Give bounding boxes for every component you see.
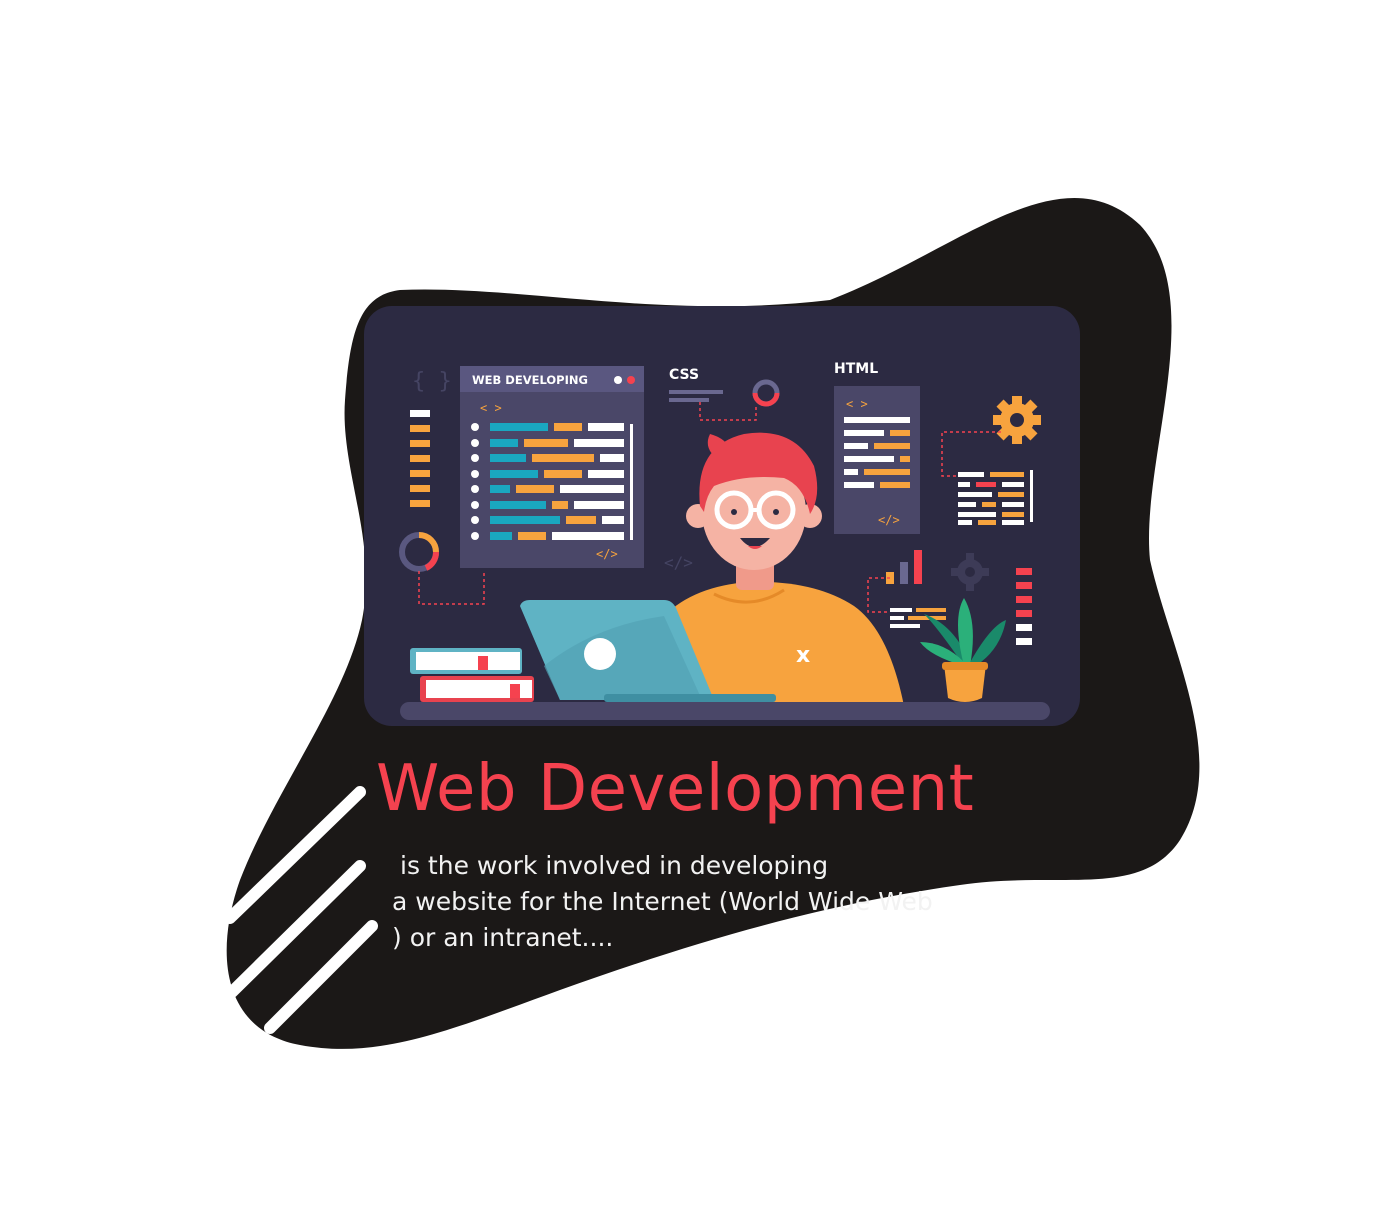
description-line-2-text: a website for the Internet (World Wide W… [392,887,933,916]
svg-text:< >: < > [846,397,868,411]
bracket-icon: { } [412,369,452,394]
left-stack-bars [410,410,430,507]
html-window: < > </> [834,386,920,534]
description-line-3: ) or an intranet.... [392,923,614,952]
shirt-logo: x [796,643,810,668]
faint-gear-icon [951,553,989,591]
developer-illustration-panel: { } WEB DEVELOPING < > </> </> CSS HTML … [364,306,1080,726]
page-title: Web Development [376,752,975,826]
right-stack-bars [1016,568,1032,645]
code-window: WEB DEVELOPING < > </> [460,366,644,568]
description: is the work involved in developing a web… [392,848,1012,956]
plant-icon [920,598,1006,702]
code-tag-icon: </> [664,553,693,572]
desk [400,702,1050,720]
css-label: CSS [669,367,699,383]
description-line-1: is the work involved in developing [400,851,829,880]
books-icon [410,648,534,702]
svg-text:< >: < > [480,401,502,415]
web-development-card: { } WEB DEVELOPING < > </> </> CSS HTML … [0,0,1384,1226]
window-title: WEB DEVELOPING [472,373,588,387]
svg-text:</>: </> [596,547,618,561]
developer-illustration: { } WEB DEVELOPING < > </> </> CSS HTML … [399,361,1050,720]
bar-chart-icon [867,550,922,613]
gear-icon [993,396,1041,444]
description-line-2: a website for the Internet (World Wide W… [392,884,1012,920]
svg-text:</>: </> [878,513,900,527]
html-label: HTML [834,361,878,377]
right-code-block [958,470,1033,525]
